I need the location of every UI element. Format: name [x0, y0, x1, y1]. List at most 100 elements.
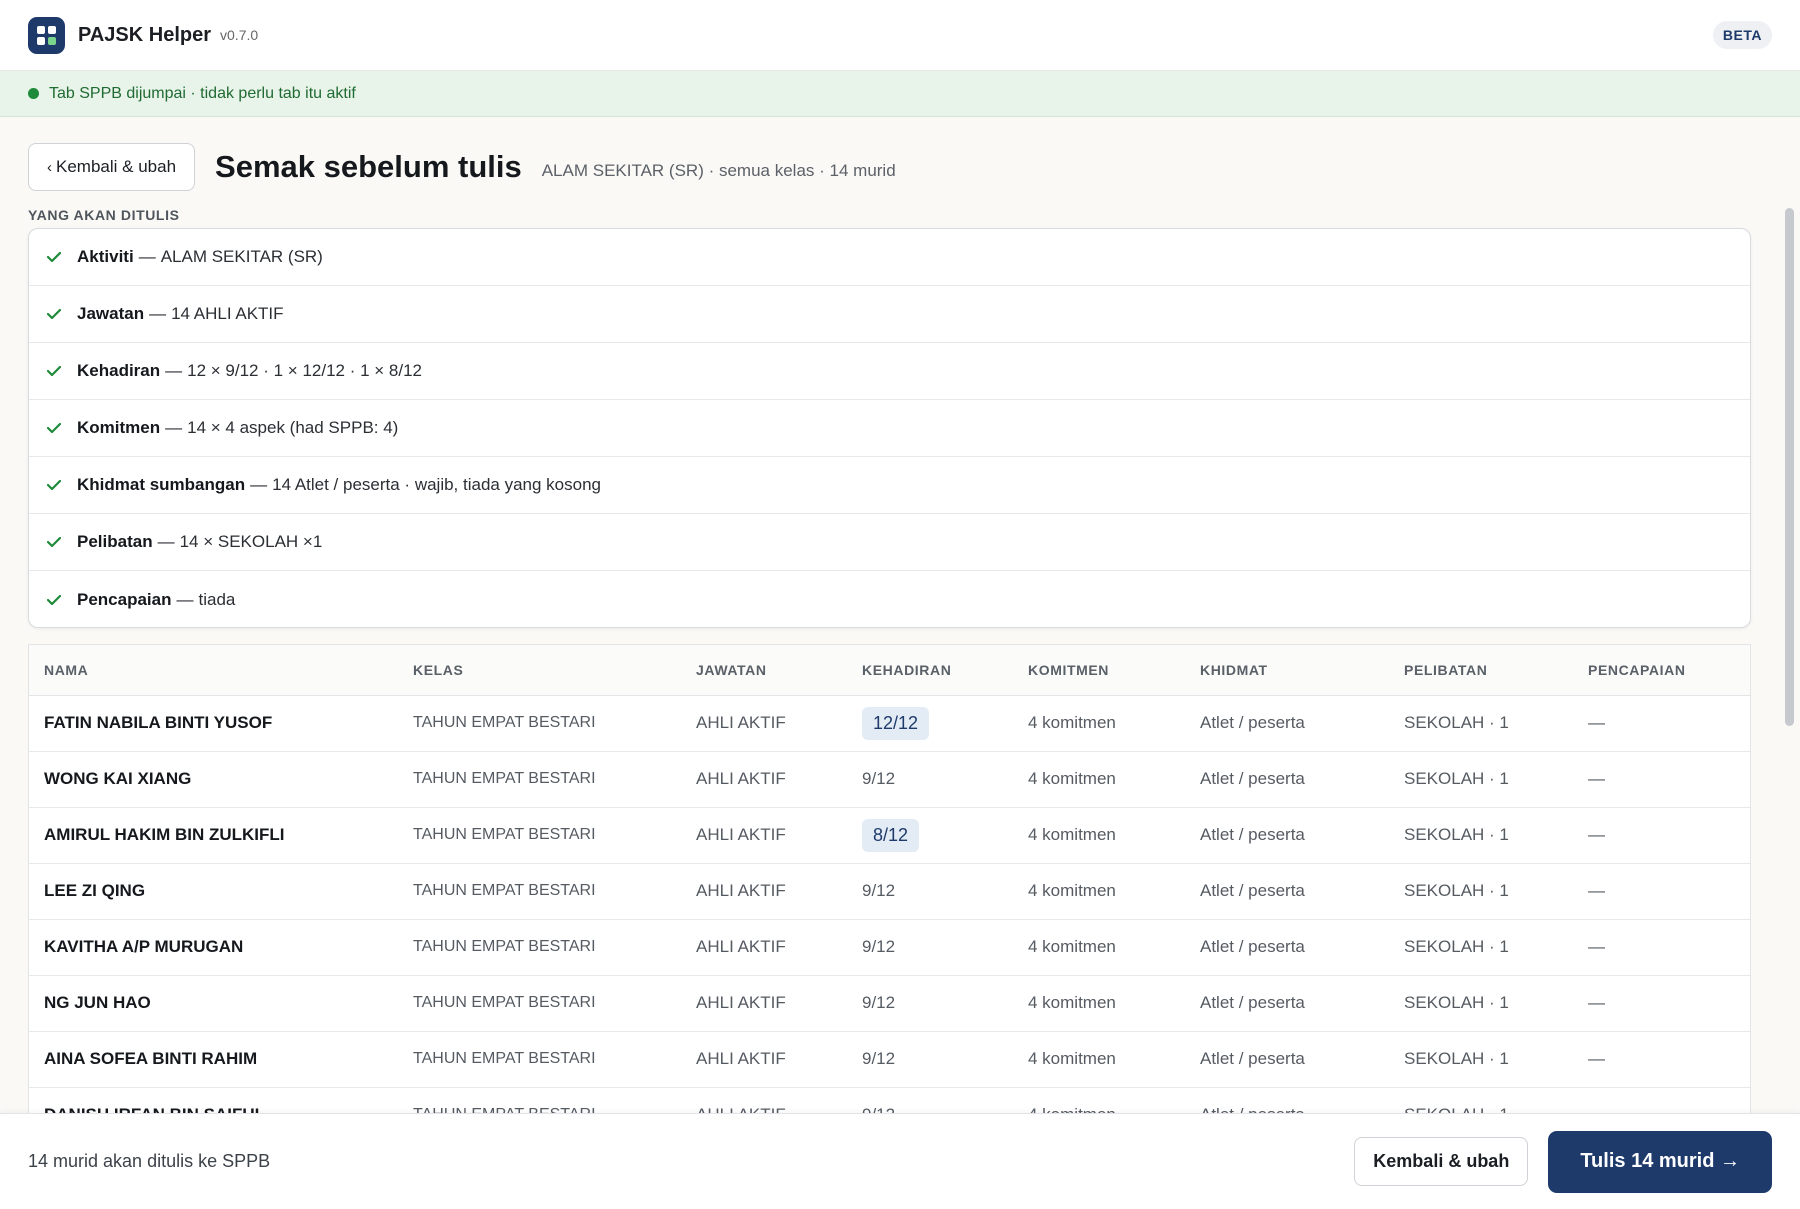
summary-item: Khidmat sumbangan —14 Atlet / peserta · w…	[29, 457, 1750, 514]
cell-jawatan: AHLI AKTIF	[681, 1031, 847, 1088]
summary-item: Pelibatan —14 × SEKOLAH ×1	[29, 514, 1750, 571]
column-header: NAMA	[29, 645, 398, 696]
cell-kehadiran: 8/12	[847, 807, 1013, 864]
status-dot-icon	[28, 88, 39, 99]
summary-item-label: Jawatan	[77, 304, 145, 323]
table-row: NG JUN HAO TAHUN EMPAT BESTARI AHLI AKTIF 9…	[29, 975, 1750, 1032]
cell-jawatan: AHLI AKTIF	[681, 695, 847, 752]
table-row: DANISH IRFAN BIN SAIFULTAHUN EMPAT BESTA…	[29, 1087, 1750, 1114]
cell-kehadiran: 9/12	[847, 919, 1013, 976]
summary-checklist: Aktiviti — ALAM SEKITAR (SR) Jawatan —14 AHL…	[28, 228, 1751, 628]
check-icon	[47, 594, 61, 605]
summary-item-value: 14 Atlet / peserta · wajib, tiada yang k…	[272, 475, 601, 494]
attendance-pill: 8/12	[862, 818, 920, 852]
summary-item-label: Khidmat sumbangan	[77, 475, 246, 494]
cell-nama: LEE ZI QING	[29, 863, 398, 920]
table-row: KAVITHA A/P MURUGAN TAHUN EMPAT BESTARI AH…	[29, 919, 1750, 976]
summary-item-value: 14 AHLI AKTIF	[171, 304, 284, 323]
cell-nama: NG JUN HAO	[29, 975, 398, 1032]
status-text: Tab SPPB dijumpai · tidak perlu tab itu …	[49, 84, 356, 102]
cell-jawatan: AHLI AKTIF	[681, 975, 847, 1032]
write-students-button[interactable]: Tulis 14 murid →	[1548, 1130, 1772, 1193]
summary-item: Jawatan —14 AHLI AKTIF	[29, 286, 1750, 343]
column-header: JAWATAN	[681, 645, 847, 696]
summary-item-value: 14 × SEKOLAH ×1	[179, 532, 323, 551]
table-row: AMIRUL HAKIM BIN ZULKIFLI TAHUN EMPAT BES…	[29, 807, 1750, 864]
column-header: KELAS	[398, 645, 681, 696]
summary-item-value: 12 × 9/12 · 1 × 12/12 · 1 × 8/12	[187, 361, 423, 380]
attendance-pill: 12/12	[862, 706, 930, 740]
cell-pelibatan: SEKOLAH · 1	[1389, 695, 1573, 752]
table-row: FATIN NABILA BINTI YUSOF TAHUN EMPAT BEST…	[29, 695, 1750, 752]
scrollbar[interactable]	[1783, 208, 1795, 1113]
cell-nama: AMIRUL HAKIM BIN ZULKIFLI	[29, 807, 398, 864]
cell-jawatan: AHLI AKTIF	[681, 751, 847, 808]
action-footer: 14 murid akan ditulis ke SPPB Kembali & …	[0, 1113, 1800, 1209]
column-header: PENCAPAIAN	[1573, 645, 1750, 696]
summary-item-label: Aktiviti	[77, 247, 134, 266]
cell-nama: FATIN NABILA BINTI YUSOF	[29, 695, 398, 752]
summary-item-label: Pelibatan	[77, 532, 153, 551]
cell-pencapaian: —	[1573, 695, 1750, 752]
footer-back-edit-button[interactable]: Kembali & ubah	[1354, 1137, 1529, 1186]
column-header: KOMITMEN	[1013, 645, 1185, 696]
cell-komitmen: 4 komitmen	[1013, 919, 1185, 976]
cell-khidmat: Atlet / peserta	[1185, 751, 1389, 808]
summary-item-label: Komitmen	[77, 418, 161, 437]
table-row: WONG KAI XIANG TAHUN EMPAT BESTARI AHLI AK…	[29, 751, 1750, 808]
cell-komitmen: 4 komitmen	[1013, 807, 1185, 864]
cell-kehadiran: 9/12	[847, 1031, 1013, 1088]
summary-item-dash: —	[176, 589, 194, 609]
cell-nama: KAVITHA A/P MURUGAN	[29, 919, 398, 976]
cell-kelas: TAHUN EMPAT BESTARI	[398, 1031, 681, 1088]
column-header: KEHADIRAN	[847, 645, 1013, 696]
page-title: Semak sebelum tulis	[215, 149, 522, 184]
back-edit-button[interactable]: ‹ Kembali & ubah	[28, 143, 196, 191]
table-header-row: NAMA KELAS JAWATAN KEHADIRAN KOMITMEN KHIDMAT…	[29, 645, 1750, 696]
summary-item-dash: —	[157, 532, 175, 551]
summary-item: Aktiviti — ALAM SEKITAR (SR)	[29, 229, 1750, 286]
summary-item-dash: —	[149, 304, 167, 323]
summary-item-label: Kehadiran	[77, 361, 161, 380]
cell-komitmen: 4 komitmen	[1013, 975, 1185, 1032]
summary-item-dash: —	[250, 475, 268, 494]
cell-komitmen: 4 komitmen	[1013, 1031, 1185, 1088]
cell-pencapaian: —	[1573, 807, 1750, 864]
beta-badge: BETA	[1712, 21, 1772, 49]
cell-pelibatan: SEKOLAH · 1	[1389, 919, 1573, 976]
cell-jawatan: AHLI AKTIF	[681, 863, 847, 920]
summary-item: Pencapaian — tiada	[29, 571, 1750, 628]
cell-pelibatan: SEKOLAH · 1	[1389, 807, 1573, 864]
title-row: ‹ Kembali & ubah Semak sebelum tulis ALA…	[28, 143, 896, 191]
summary-item: Kehadiran —12 × 9/12 · 1 × 12/12 · 1 × 8/…	[29, 343, 1750, 400]
column-header: KHIDMAT	[1185, 645, 1389, 696]
cell-khidmat: Atlet / peserta	[1185, 1087, 1389, 1114]
summary-item-value: tiada	[198, 589, 236, 609]
cell-khidmat: Atlet / peserta	[1185, 975, 1389, 1032]
summary-item-dash: —	[165, 418, 183, 437]
cell-kelas: TAHUN EMPAT BESTARI	[398, 919, 681, 976]
app-name: PAJSK Helper	[78, 23, 212, 46]
cell-pencapaian: —	[1573, 751, 1750, 808]
students-table: NAMA KELAS JAWATAN KEHADIRAN KOMITMEN KHIDMAT…	[28, 644, 1751, 1114]
cell-kelas: TAHUN EMPAT BESTARI	[398, 863, 681, 920]
summary-item-dash: —	[165, 361, 183, 380]
cell-kehadiran: 12/12	[847, 695, 1013, 752]
cell-khidmat: Atlet / peserta	[1185, 863, 1389, 920]
cell-kelas: TAHUN EMPAT BESTARI	[398, 1087, 681, 1114]
cell-kehadiran: 9/12	[847, 1087, 1013, 1114]
scrollbar-thumb[interactable]	[1785, 208, 1794, 726]
chevron-left-icon: ‹	[47, 158, 52, 176]
cell-nama: WONG KAI XIANG	[29, 751, 398, 808]
table-row: LEE ZI QING TAHUN EMPAT BESTARI AHLI AKTIF…	[29, 863, 1750, 920]
summary-section-label: YANG AKAN DITULIS	[28, 207, 180, 223]
cell-jawatan: AHLI AKTIF	[681, 1087, 847, 1114]
footer-actions: Kembali & ubah Tulis 14 murid →	[1354, 1130, 1772, 1193]
footer-summary-text: 14 murid akan ditulis ke SPPB	[28, 1151, 271, 1171]
check-icon	[47, 423, 61, 433]
cell-pencapaian: —	[1573, 975, 1750, 1032]
app-header: PAJSK Helper v0.7.0 BETA	[0, 0, 1800, 71]
app-logo-icon	[28, 16, 65, 54]
back-edit-label: Kembali & ubah	[56, 157, 177, 176]
check-icon	[47, 252, 61, 262]
